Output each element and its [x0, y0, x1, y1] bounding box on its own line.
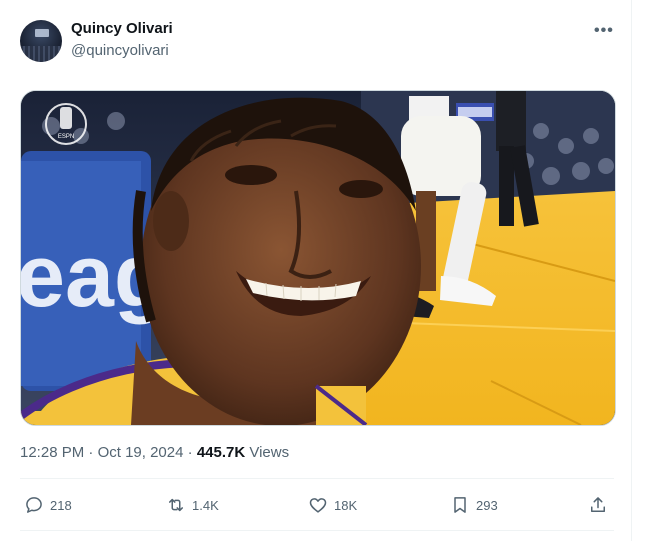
repost-icon [169, 498, 183, 512]
more-dots-icon[interactable]: ••• [594, 22, 614, 40]
views-label: Views [245, 444, 290, 461]
repost-count: 1.4K [192, 497, 219, 513]
author-handle[interactable]: @quincyolivari [71, 42, 169, 59]
repost-button[interactable]: 1.4K [166, 495, 219, 515]
tweet-meta: 12:28 PM · Oct 19, 2024 · 445.7K Views [20, 444, 289, 461]
tweet-date[interactable]: Oct 19, 2024 [98, 444, 184, 461]
meta-separator: · [84, 444, 98, 461]
author-avatar[interactable] [20, 20, 62, 62]
share-button[interactable] [588, 495, 608, 515]
share-icon [591, 497, 605, 512]
reply-button[interactable]: 218 [24, 495, 72, 515]
tweet-time[interactable]: 12:28 PM [20, 444, 84, 461]
reply-count: 218 [50, 497, 72, 513]
like-button[interactable]: 18K [308, 495, 357, 515]
author-name[interactable]: Quincy Olivari [71, 20, 173, 37]
reply-icon [26, 497, 42, 513]
tweet-photo[interactable]: eagu ESPN [20, 90, 616, 426]
meta-separator: · [183, 444, 197, 461]
like-count: 18K [334, 497, 358, 513]
avatar-crowd-detail [20, 46, 62, 62]
avatar-screen-detail [35, 29, 49, 37]
network-logo-caption: ESPN [58, 134, 74, 140]
bookmark-count: 293 [476, 497, 498, 513]
views-count: 445.7K [196, 444, 246, 461]
bookmark-button[interactable]: 293 [450, 495, 498, 515]
timeline-border [631, 0, 632, 541]
divider [20, 530, 614, 531]
bookmark-icon [454, 497, 466, 513]
divider [20, 478, 614, 479]
heart-icon [309, 498, 327, 513]
photo-illustration: eagu ESPN [21, 91, 615, 425]
